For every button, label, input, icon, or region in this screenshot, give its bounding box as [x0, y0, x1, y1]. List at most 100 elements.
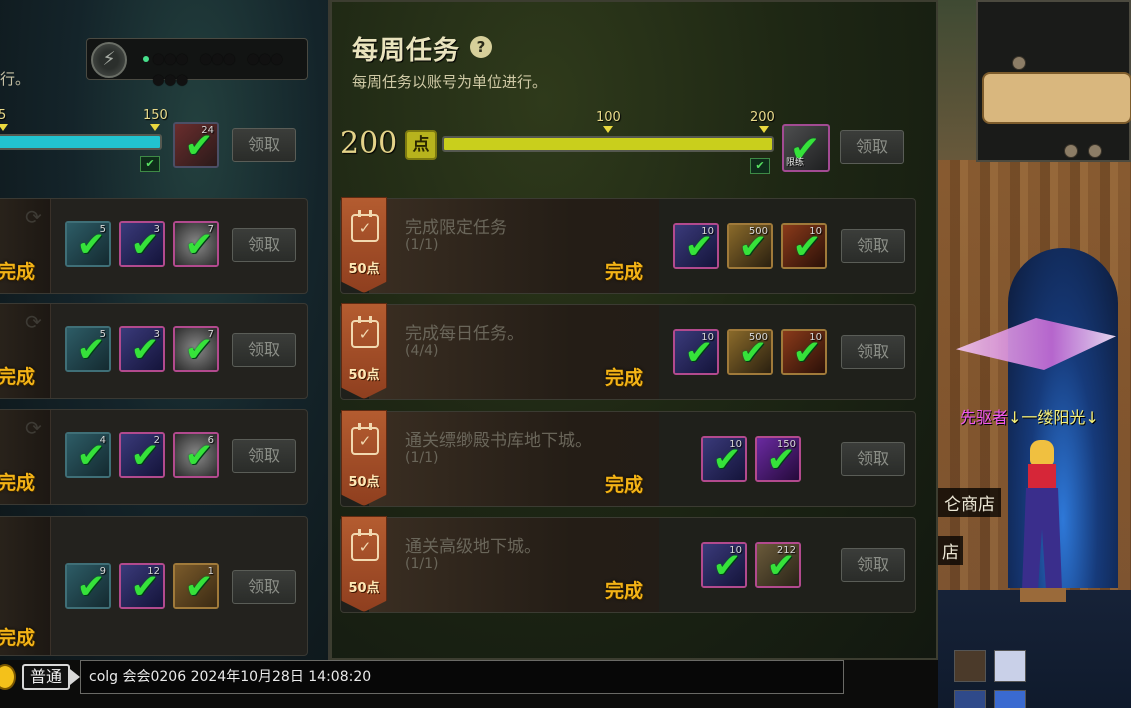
player-name: ↓一缕阳光↓	[1008, 408, 1099, 427]
task-name: 通关高级地下城。	[405, 537, 541, 557]
player-name-label[interactable]: 先驱者↓一缕阳光↓	[960, 404, 1099, 428]
daily-tick-marker	[150, 124, 160, 131]
chat-input[interactable]: colg 会会0206 2024年10月28日 14:08:20	[80, 660, 844, 694]
task-name: 通关缥缈殿书库地下城。	[405, 431, 592, 451]
weekly-tick-marker	[603, 126, 613, 133]
check-icon: ✔	[738, 227, 768, 267]
claim-button[interactable]: 领取	[841, 548, 905, 582]
check-icon: ✔	[184, 567, 214, 607]
daily-task-row: ⟳ 完成 5 ✔ 3 ✔ 7 ✔ 领取	[0, 303, 308, 399]
companion-icon[interactable]	[994, 650, 1026, 682]
weekly-title: 每周任务	[352, 36, 461, 66]
task-progress: (1/1)	[405, 450, 439, 466]
reward-item[interactable]: 12 ✔	[119, 563, 165, 609]
character-head	[1030, 440, 1054, 466]
reward-item[interactable]: 4 ✔	[65, 432, 111, 478]
daily-panel-description: 行。	[0, 70, 31, 88]
skill-icon[interactable]	[954, 690, 986, 708]
skill-icon[interactable]	[994, 690, 1026, 708]
reward-item[interactable]: 1 ✔	[173, 563, 219, 609]
claim-button[interactable]: 领取	[840, 130, 904, 164]
weekly-progress-fill	[444, 138, 772, 150]
check-icon: ✔	[184, 330, 214, 370]
weekly-milestone-reward[interactable]: ✔ 限练	[782, 124, 830, 172]
task-points: 50点	[348, 581, 380, 596]
reward-item[interactable]: 500 ✔	[727, 223, 773, 269]
check-icon: ✔	[76, 330, 106, 370]
check-icon: ✔	[76, 436, 106, 476]
points-ribbon: ✓ 50点	[341, 197, 387, 293]
chat-channel-select[interactable]: 普通	[22, 664, 70, 690]
daily-progress-fill	[0, 136, 160, 148]
weekly-task-row: ✓ 50点 完成限定任务 (1/1) 完成 10 ✔ 500 ✔ 10 ✔ 领取	[340, 197, 916, 294]
task-progress: (1/1)	[405, 556, 439, 572]
reward-item[interactable]: 500 ✔	[727, 329, 773, 375]
quest-alert-icon[interactable]	[954, 650, 986, 682]
reward-item[interactable]: 150 ✔	[755, 436, 801, 482]
task-status: 完成	[605, 367, 644, 389]
claim-button[interactable]: 领取	[232, 439, 296, 473]
claim-button[interactable]: 领取	[232, 570, 296, 604]
check-icon: ✔	[76, 567, 106, 607]
calendar-icon: ✓	[351, 316, 379, 348]
weekly-score: 200	[340, 126, 398, 161]
check-icon: ✔	[184, 436, 214, 476]
daily-tick-label: 150	[143, 108, 168, 123]
claim-button[interactable]: 领取	[841, 229, 905, 263]
reward-item[interactable]: 10 ✔	[781, 329, 827, 375]
map-marker-icon[interactable]	[1064, 144, 1078, 158]
check-icon: ✔	[738, 333, 768, 373]
character-top	[1028, 464, 1056, 488]
character-legs	[1022, 488, 1062, 590]
refresh-icon: ⟳	[25, 205, 42, 229]
minimap[interactable]	[976, 0, 1131, 162]
daily-task-row: 完成 9 ✔ 12 ✔ 1 ✔ 领取	[0, 516, 308, 656]
reward-item[interactable]: 7 ✔	[173, 326, 219, 372]
npc-shop-label[interactable]: 仑商店	[938, 488, 1001, 517]
reward-item[interactable]: 2 ✔	[119, 432, 165, 478]
reward-item[interactable]: 6 ✔	[173, 432, 219, 478]
claim-button[interactable]: 领取	[232, 128, 296, 162]
milestone-reward-item[interactable]: 24 ✔	[173, 122, 219, 168]
player-character[interactable]	[1016, 440, 1068, 610]
help-icon[interactable]: ?	[470, 36, 492, 58]
reward-item[interactable]: 3 ✔	[119, 326, 165, 372]
reward-item[interactable]: 10 ✔	[781, 223, 827, 269]
reward-item[interactable]: 10 ✔	[701, 436, 747, 482]
task-status: 完成	[0, 627, 36, 649]
weekly-tick-label: 100	[596, 110, 621, 125]
reward-item[interactable]: 7 ✔	[173, 221, 219, 267]
reward-item[interactable]: 10 ✔	[701, 542, 747, 588]
map-marker-icon[interactable]	[1088, 144, 1102, 158]
calendar-icon: ✓	[351, 423, 379, 455]
task-info: ⟳ 完成	[0, 410, 51, 504]
daily-task-row: ⟳ 完成 4 ✔ 2 ✔ 6 ✔ 领取	[0, 409, 308, 505]
claim-button[interactable]: 领取	[841, 442, 905, 476]
reward-item[interactable]: 5 ✔	[65, 326, 111, 372]
npc-label[interactable]: 店	[938, 536, 963, 565]
check-icon: ✔	[130, 567, 160, 607]
task-info: ⟳ 完成	[0, 304, 51, 398]
refresh-icon: ⟳	[25, 310, 42, 334]
channel-arrow-icon[interactable]	[70, 669, 80, 685]
reward-item[interactable]: 10 ✔	[673, 223, 719, 269]
reward-tag: 限练	[786, 158, 805, 168]
claim-button[interactable]: 领取	[232, 333, 296, 367]
points-ribbon: ✓ 50点	[341, 410, 387, 506]
weekly-task-row: ✓ 50点 通关高级地下城。 (1/1) 完成 10 ✔ 212 ✔ 领取	[340, 516, 916, 613]
reward-item[interactable]: 212 ✔	[755, 542, 801, 588]
check-icon: ✔	[766, 440, 796, 480]
reward-item[interactable]: 9 ✔	[65, 563, 111, 609]
reward-item[interactable]: 3 ✔	[119, 221, 165, 267]
task-status: 完成	[0, 472, 36, 494]
claim-button[interactable]: 领取	[841, 335, 905, 369]
reward-item[interactable]: 5 ✔	[65, 221, 111, 267]
lightning-icon: ⚡	[91, 42, 127, 78]
check-icon: ✔	[130, 436, 160, 476]
game-screen: 行。 ⚡ ●●● ●●● ●●● ●●● 5 150 ✔ 24 ✔ 领取 ⟳ 完成…	[0, 0, 1131, 708]
reward-item[interactable]: 10 ✔	[673, 329, 719, 375]
status-dot	[143, 56, 149, 62]
calendar-icon: ✓	[351, 529, 379, 561]
claim-button[interactable]: 领取	[232, 228, 296, 262]
map-marker-icon[interactable]	[1012, 56, 1026, 70]
